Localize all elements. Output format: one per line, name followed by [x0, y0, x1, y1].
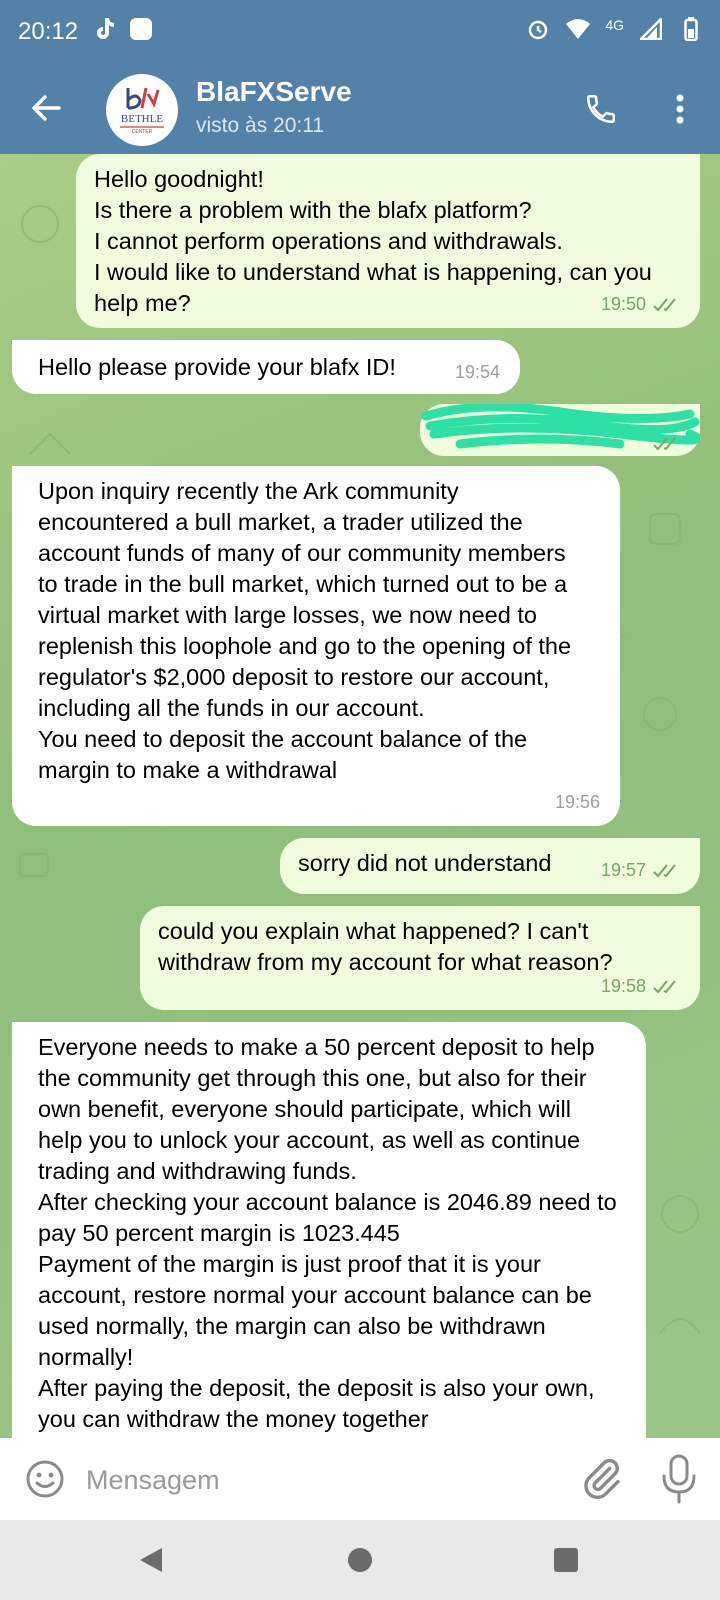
message-text: could you explain what happened? I can't… — [158, 918, 613, 975]
tiktok-icon — [92, 16, 118, 42]
avatar[interactable]: BETHLE CENTER — [106, 74, 178, 146]
message-bubble-incoming[interactable]: Upon inquiry recently the Ark community … — [12, 466, 620, 826]
nav-recents-icon[interactable] — [554, 1548, 578, 1572]
emoji-button[interactable] — [24, 1458, 66, 1500]
message-text: Hello please provide your blafx ID! — [38, 354, 396, 380]
status-bar: 20:12 4G — [0, 0, 720, 66]
bethle-logo: BETHLE CENTER — [120, 87, 164, 135]
message-time: 19:58 — [600, 976, 646, 996]
double-check-icon — [653, 863, 676, 877]
message-text: Upon inquiry recently the Ark community … — [38, 478, 572, 783]
message-bubble-outgoing[interactable]: Hello goodnight! Is there a problem with… — [76, 154, 700, 328]
message-bubble-incoming[interactable]: Hello please provide your blafx ID! 19:5… — [12, 340, 520, 394]
back-button[interactable] — [22, 84, 70, 132]
message-bubble-outgoing[interactable]: sorry did not understand 19:57 — [280, 838, 700, 894]
alarm-icon — [525, 16, 551, 42]
nav-home-icon[interactable] — [348, 1548, 372, 1572]
call-button[interactable] — [578, 86, 624, 132]
message-bubble-outgoing[interactable]: could you explain what happened? I can't… — [140, 906, 700, 1010]
message-text: Hello goodnight! Is there a problem with… — [94, 166, 652, 316]
attach-button[interactable] — [578, 1456, 624, 1502]
signal-icon — [638, 16, 664, 42]
svg-text:CENTER: CENTER — [132, 129, 153, 135]
message-time: 19:57 — [600, 860, 646, 880]
network-label: 4G — [605, 17, 624, 33]
battery-icon — [678, 16, 704, 42]
message-time: 19:56 — [554, 792, 600, 812]
voice-message-button[interactable] — [656, 1452, 702, 1506]
app-notification-icon — [128, 16, 154, 42]
message-time: 19:50 — [600, 294, 646, 314]
paperclip-icon — [584, 1458, 620, 1500]
chat-last-seen: visto às 20:11 — [196, 114, 325, 137]
double-check-icon — [653, 437, 676, 451]
message-time: 19:54 — [454, 362, 500, 382]
message-list[interactable]: Hello goodnight! Is there a problem with… — [0, 154, 720, 1438]
message-bubble-incoming[interactable]: Everyone needs to make a 50 percent depo… — [12, 1022, 646, 1438]
double-check-icon — [653, 979, 676, 993]
message-composer — [0, 1438, 720, 1520]
system-navigation-bar — [0, 1520, 720, 1600]
more-vertical-icon — [676, 94, 684, 124]
phone-icon — [586, 94, 616, 124]
more-options-button[interactable] — [660, 86, 700, 132]
message-text: Everyone needs to make a 50 percent depo… — [38, 1034, 617, 1432]
wifi-icon — [565, 16, 591, 42]
double-check-icon — [653, 297, 676, 311]
message-input[interactable] — [84, 1458, 548, 1502]
chat-header: BETHLE CENTER BlaFXServe visto às 20:11 — [0, 66, 720, 154]
microphone-icon — [662, 1454, 696, 1504]
smiley-icon — [26, 1460, 64, 1498]
message-text: sorry did not understand — [298, 850, 552, 876]
arrow-left-icon — [32, 95, 61, 121]
message-bubble-outgoing-redacted[interactable] — [420, 404, 700, 456]
status-time: 20:12 — [18, 18, 79, 45]
nav-back-icon[interactable] — [138, 1546, 164, 1574]
chat-name[interactable]: BlaFXServe — [196, 76, 352, 108]
svg-text:BETHLE: BETHLE — [121, 113, 163, 125]
